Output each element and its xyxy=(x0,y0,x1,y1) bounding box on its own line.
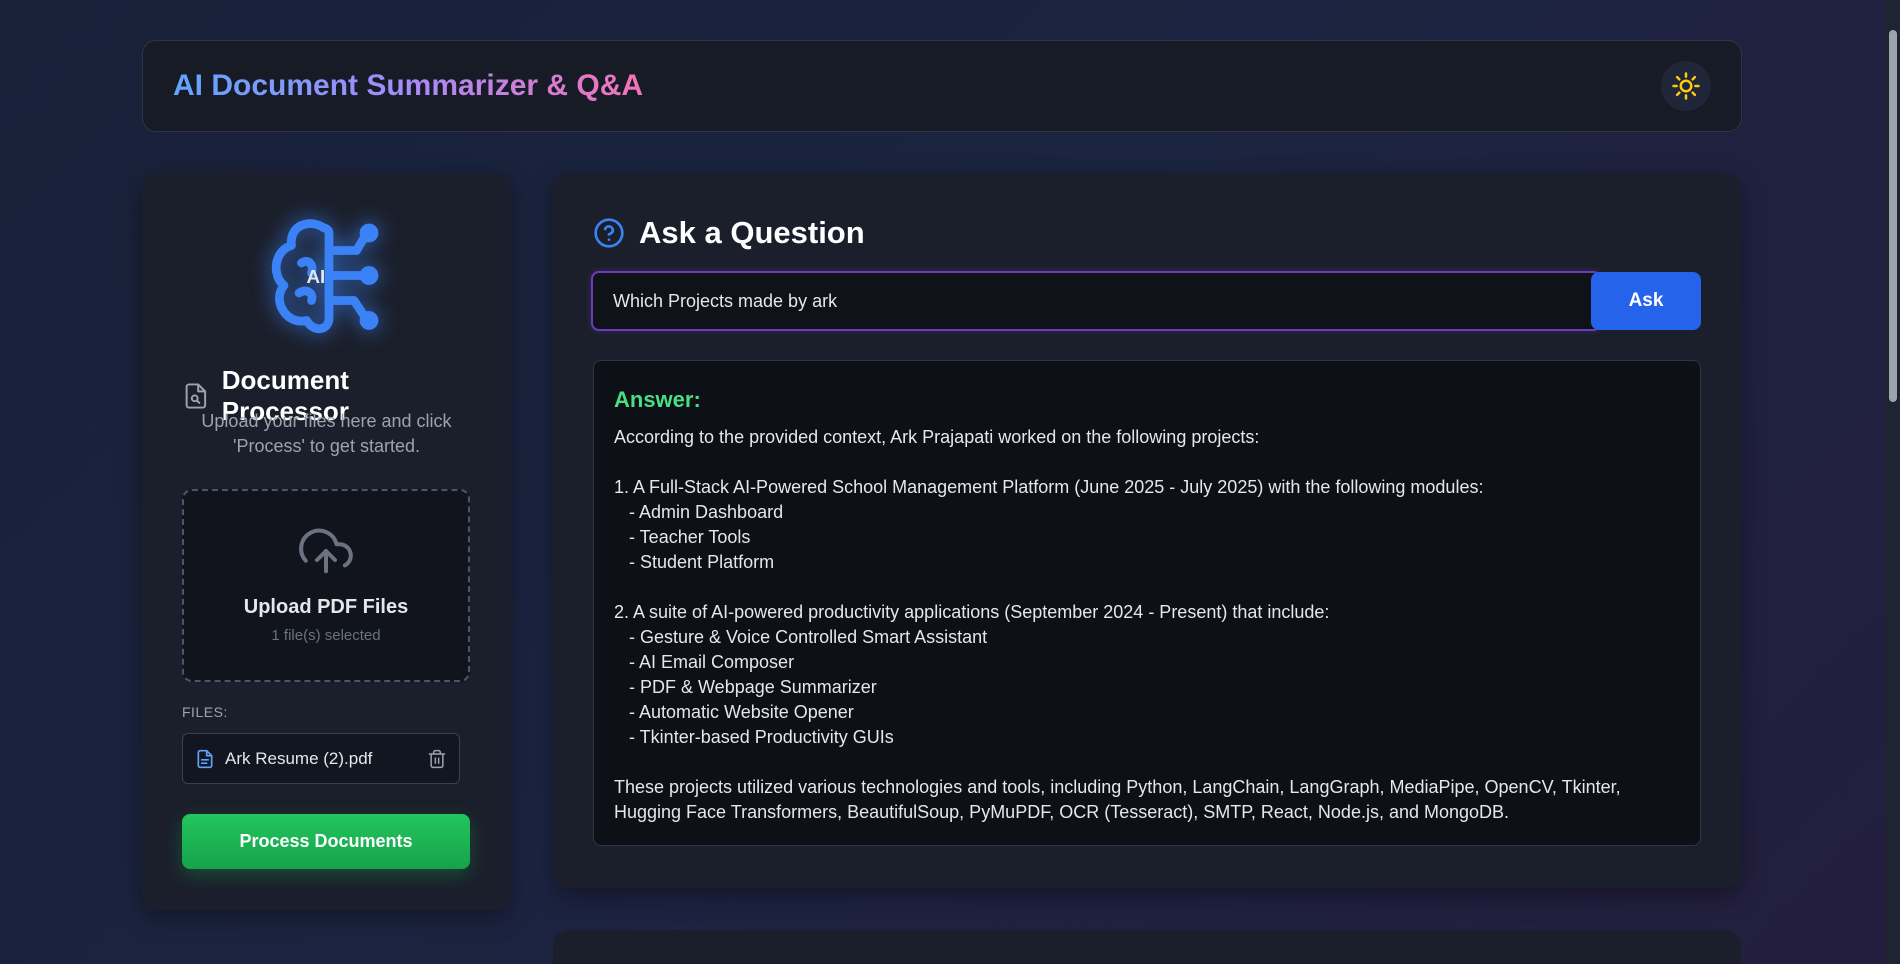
answer-text: According to the provided context, Ark P… xyxy=(614,427,1621,822)
sun-icon xyxy=(1672,72,1700,100)
file-icon xyxy=(197,749,213,768)
process-documents-button[interactable]: Process Documents xyxy=(182,814,470,869)
logo-text: AI xyxy=(307,266,326,287)
trash-icon xyxy=(428,749,446,768)
ask-button[interactable]: Ask xyxy=(1591,272,1701,330)
pdf-upload-dropzone[interactable]: Upload PDF Files 1 file(s) selected xyxy=(182,489,470,682)
qa-panel: Ask a Question Ask Answer: According to … xyxy=(553,173,1741,888)
question-circle-icon xyxy=(594,218,624,248)
document-search-icon xyxy=(185,383,207,409)
file-name: Ark Resume (2).pdf xyxy=(225,748,373,768)
files-label: FILES: xyxy=(182,704,228,720)
processor-description: Upload your files here and click 'Proces… xyxy=(201,411,452,456)
question-input[interactable] xyxy=(591,271,1601,331)
page-scrollbar[interactable] xyxy=(1886,0,1900,964)
sidebar-panel: AI Document Processor Upload your files … xyxy=(142,173,511,910)
file-item: Ark Resume (2).pdf xyxy=(182,733,460,784)
upload-file-count: 1 file(s) selected xyxy=(271,627,381,644)
upload-title: Upload PDF Files xyxy=(243,596,409,618)
answer-box: Answer: According to the provided contex… xyxy=(593,360,1701,846)
app-header: AI Document Summarizer & Q&A xyxy=(142,40,1742,132)
qa-title: Ask a Question xyxy=(639,215,865,250)
delete-file-button[interactable] xyxy=(427,749,447,769)
ai-brain-logo-icon: AI xyxy=(271,219,379,333)
cloud-upload-icon xyxy=(299,528,353,574)
app-title: AI Document Summarizer & Q&A xyxy=(173,69,644,102)
scrollbar-thumb[interactable] xyxy=(1889,30,1897,402)
next-panel xyxy=(553,930,1741,964)
answer-label: Answer: xyxy=(614,387,701,412)
qa-header: Ask a Question xyxy=(593,215,865,251)
theme-toggle-button[interactable] xyxy=(1661,61,1711,111)
